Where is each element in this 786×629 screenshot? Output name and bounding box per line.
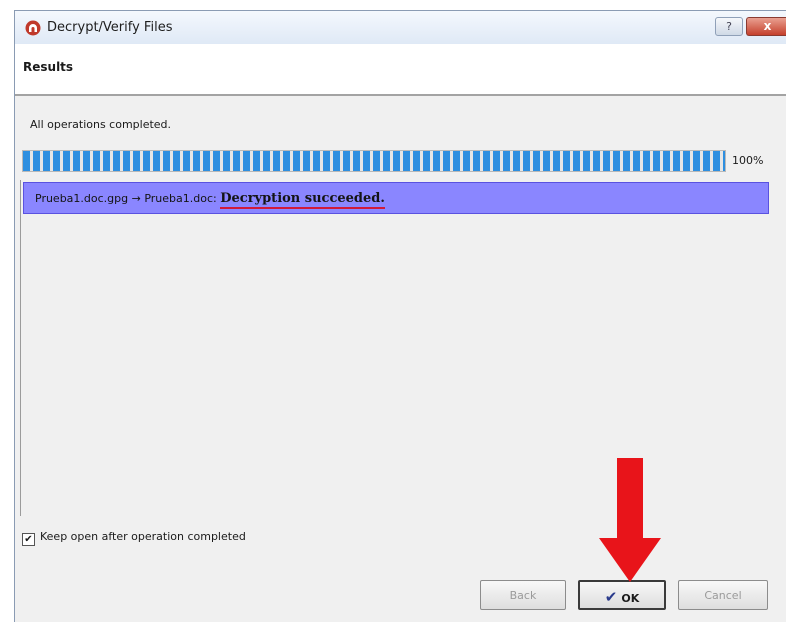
back-button[interactable]: Back	[480, 580, 566, 610]
cancel-button[interactable]: Cancel	[678, 580, 768, 610]
page-title: Results	[23, 60, 74, 74]
help-button[interactable]: ?	[715, 17, 743, 36]
status-text: All operations completed.	[30, 118, 172, 131]
red-down-arrow-icon	[599, 458, 661, 582]
progress-fill	[23, 151, 725, 171]
result-message: Decryption succeeded.	[220, 191, 385, 209]
ok-label: OK	[621, 592, 640, 605]
kleopatra-icon	[25, 20, 41, 36]
keep-open-checkbox[interactable]: ✔	[22, 533, 35, 546]
close-button[interactable]: x	[746, 17, 786, 36]
progress-bar	[22, 150, 726, 172]
progress-percent: 100%	[732, 154, 764, 167]
result-file: Prueba1.doc.gpg → Prueba1.doc:	[35, 192, 217, 205]
keep-open-option[interactable]: ✔ Keep open after operation completed	[22, 530, 246, 546]
keep-open-label[interactable]: Keep open after operation completed	[40, 530, 246, 543]
title-bar: Decrypt/Verify Files ? x	[15, 11, 786, 44]
ok-button[interactable]: ✔ OK	[578, 580, 666, 610]
window-title: Decrypt/Verify Files	[47, 20, 173, 35]
page-header: Results	[15, 44, 786, 96]
checkmark-icon: ✔	[604, 588, 618, 606]
result-row[interactable]: Prueba1.doc.gpg → Prueba1.doc: Decryptio…	[23, 182, 769, 214]
